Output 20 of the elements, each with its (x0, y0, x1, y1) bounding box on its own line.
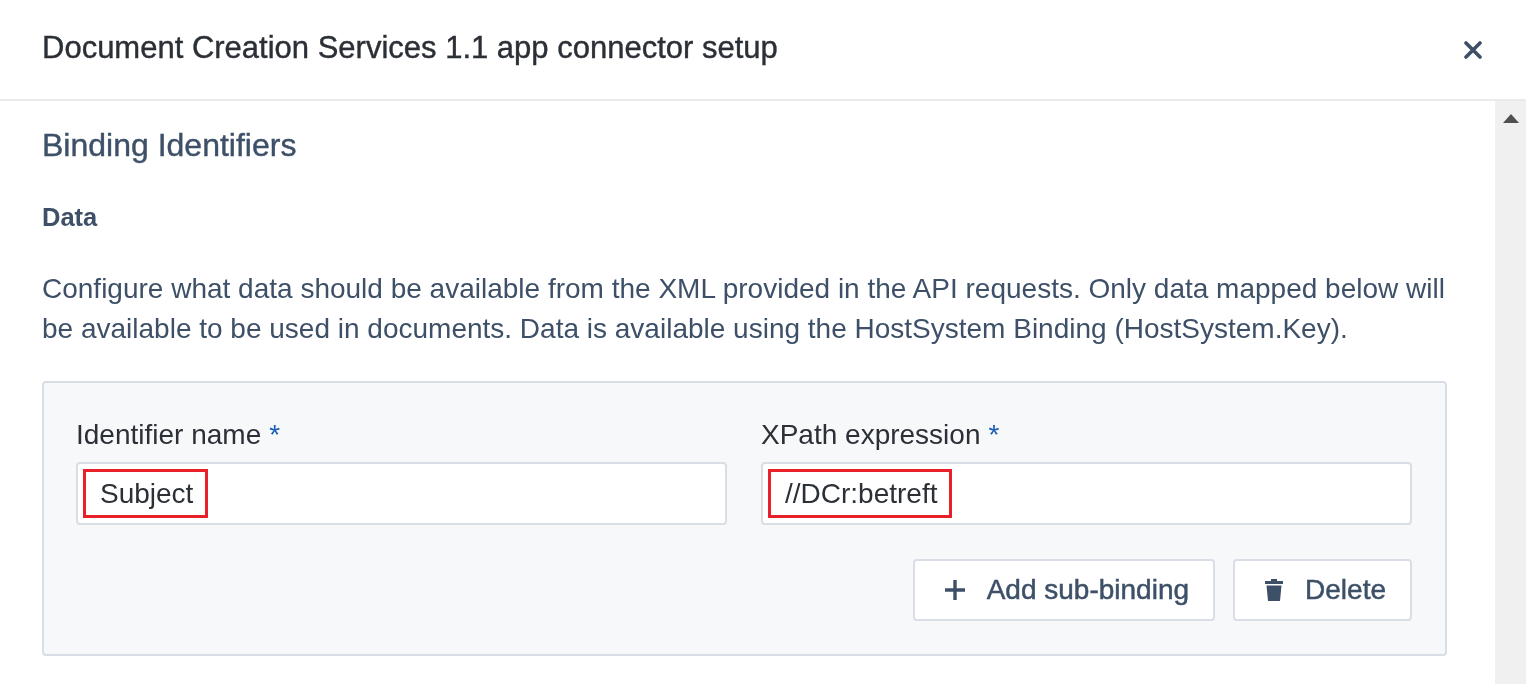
dialog-title: Document Creation Services 1.1 app connector setup (42, 28, 778, 67)
required-mark: * (269, 419, 281, 451)
trash-icon (1265, 579, 1284, 601)
description-text: Configure what data should be available from the XML provided in the API requests. Only data mapped below will be available to be used in documents. Data is available using the HostSystem Binding (HostSystem.Key). (42, 272, 1446, 346)
highlighted-value: //DCr:betreft (768, 469, 953, 518)
subsection-heading: Data (42, 202, 99, 233)
text-input-field[interactable]: //DCr:betreft (761, 462, 1412, 525)
scrollbar[interactable] (1495, 101, 1526, 684)
section-heading: Binding Identifiers (42, 127, 298, 163)
add-button[interactable]: Add sub-binding (912, 559, 1216, 621)
scroll-up-arrow-icon[interactable] (1502, 114, 1519, 123)
delete-button[interactable]: Delete (1233, 559, 1412, 621)
plus-icon (944, 579, 965, 601)
field-label: XPath expression (761, 419, 981, 451)
highlighted-value: Subject (83, 469, 209, 518)
close-button[interactable] (1464, 40, 1482, 59)
field-label: Identifier name (76, 419, 262, 451)
close-icon (1464, 40, 1482, 59)
text-input-field[interactable]: Subject (76, 462, 727, 525)
required-mark: * (988, 419, 1000, 451)
